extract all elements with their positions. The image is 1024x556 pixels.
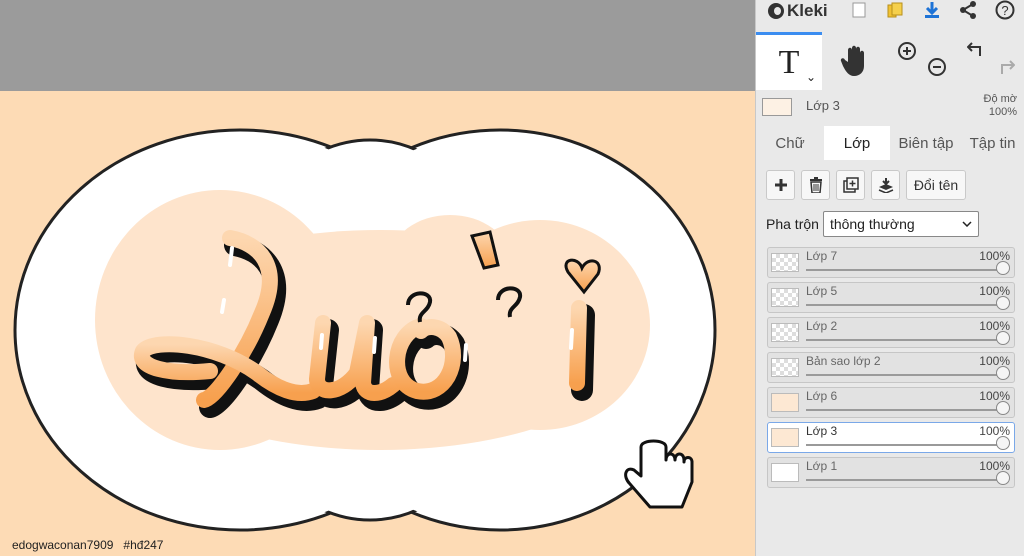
hand-tool-button[interactable] bbox=[822, 32, 888, 90]
opacity-value: 100% bbox=[988, 106, 1017, 118]
undo-icon bbox=[967, 42, 981, 56]
layer-name: Lớp 6 bbox=[806, 389, 838, 403]
tool-row: T ⌄ bbox=[756, 32, 1024, 90]
current-layer-name: Lớp 3 bbox=[806, 98, 840, 113]
opacity-slider-handle[interactable] bbox=[996, 401, 1010, 415]
opacity-indicator: Độ mờ 100% bbox=[984, 93, 1018, 119]
layer-thumbnail bbox=[771, 428, 799, 447]
layer-row[interactable]: Lớp 6 100% bbox=[767, 387, 1015, 418]
app-name: Kleki bbox=[787, 1, 828, 20]
rename-layer-button[interactable]: Đổi tên bbox=[906, 170, 966, 200]
redo-icon bbox=[1001, 60, 1015, 74]
opacity-slider-track[interactable] bbox=[806, 304, 1000, 306]
help-icon[interactable]: ? bbox=[993, 0, 1017, 20]
app-logo[interactable]: Kleki bbox=[768, 0, 828, 22]
duplicate-layer-button[interactable] bbox=[836, 170, 865, 200]
panel-tabs: Chữ Lớp Biên tập Tập tin bbox=[756, 126, 1024, 160]
layer-thumbnail bbox=[771, 253, 799, 272]
layer-row-selected[interactable]: Lớp 3 100% bbox=[767, 422, 1015, 453]
layer-name: Lớp 7 bbox=[806, 249, 838, 263]
opacity-slider-handle[interactable] bbox=[996, 261, 1010, 275]
blend-mode-label: Pha trộn bbox=[766, 216, 819, 232]
layers-panel: Đổi tên Pha trộn thông thường Lớp 7 100%… bbox=[756, 160, 1024, 556]
opacity-slider-track[interactable] bbox=[806, 374, 1000, 376]
duplicate-icon bbox=[842, 177, 859, 193]
tab-file[interactable]: Tập tin bbox=[960, 126, 1024, 160]
canvas-area[interactable]: edogwaconan7909 #hđ247 bbox=[0, 0, 755, 556]
opacity-label: Độ mờ bbox=[983, 93, 1018, 105]
opacity-slider-track[interactable] bbox=[806, 269, 1000, 271]
current-layer-header: Lớp 3 Độ mờ 100% bbox=[756, 90, 1024, 124]
trash-icon bbox=[809, 177, 822, 193]
add-layer-button[interactable] bbox=[766, 170, 795, 200]
blend-mode-value: thông thường bbox=[829, 216, 915, 232]
opacity-slider-track[interactable] bbox=[806, 444, 1000, 446]
tab-edit[interactable]: Biên tập bbox=[892, 126, 960, 160]
svg-text:?: ? bbox=[1001, 3, 1008, 18]
delete-layer-button[interactable] bbox=[801, 170, 830, 200]
side-panel: Kleki ? T ⌄ Lớp 3 Độ mờ 100% Chữ Lớp Biê… bbox=[755, 0, 1024, 556]
opacity-slider-handle[interactable] bbox=[996, 471, 1010, 485]
layer-thumbnail bbox=[771, 323, 799, 342]
tab-text[interactable]: Chữ bbox=[756, 126, 824, 160]
layer-row[interactable]: Lớp 5 100% bbox=[767, 282, 1015, 313]
opacity-slider-track[interactable] bbox=[806, 409, 1000, 411]
layer-thumbnail bbox=[771, 393, 799, 412]
opacity-slider-track[interactable] bbox=[806, 479, 1000, 481]
kleki-logo-icon bbox=[768, 3, 784, 19]
layer-name: Bản sao lớp 2 bbox=[806, 354, 881, 368]
layer-name: Lớp 3 bbox=[806, 424, 838, 438]
blend-mode-select[interactable]: thông thường bbox=[822, 211, 979, 237]
artboard[interactable]: edogwaconan7909 #hđ247 bbox=[0, 91, 755, 556]
zoom-in-button[interactable] bbox=[896, 40, 918, 62]
chevron-down-icon[interactable]: ⌄ bbox=[806, 70, 816, 84]
text-tool-button[interactable]: T ⌄ bbox=[756, 32, 822, 90]
zoom-in-icon bbox=[898, 42, 916, 60]
share-icon[interactable] bbox=[956, 0, 980, 20]
folder-icon[interactable] bbox=[884, 0, 906, 20]
layer-row[interactable]: Lớp 1 100% bbox=[767, 457, 1015, 488]
layer-name: Lớp 5 bbox=[806, 284, 838, 298]
layer-thumbnail bbox=[771, 358, 799, 377]
watermark-text: edogwaconan7909 #hđ247 bbox=[12, 538, 164, 552]
layer-row[interactable]: Lớp 2 100% bbox=[767, 317, 1015, 348]
opacity-slider-track[interactable] bbox=[806, 339, 1000, 341]
blend-mode-row: Pha trộn thông thường bbox=[766, 210, 979, 238]
layer-row[interactable]: Lớp 7 100% bbox=[767, 247, 1015, 278]
redo-button[interactable] bbox=[994, 56, 1016, 78]
chevron-down-icon bbox=[962, 221, 972, 227]
opacity-slider-handle[interactable] bbox=[996, 436, 1010, 450]
layer-thumbnail bbox=[771, 288, 799, 307]
opacity-slider-handle[interactable] bbox=[996, 366, 1010, 380]
opacity-slider-handle[interactable] bbox=[996, 331, 1010, 345]
undo-button[interactable] bbox=[966, 38, 988, 60]
new-file-icon[interactable] bbox=[850, 0, 868, 20]
tab-layers[interactable]: Lớp bbox=[824, 126, 890, 160]
zoom-out-icon bbox=[928, 58, 946, 76]
layer-row[interactable]: Bản sao lớp 2 100% bbox=[767, 352, 1015, 383]
top-bar: Kleki ? bbox=[756, 0, 1024, 30]
current-layer-thumbnail bbox=[762, 98, 792, 116]
download-icon[interactable] bbox=[920, 0, 944, 20]
artwork bbox=[13, 128, 717, 532]
merge-layer-button[interactable] bbox=[871, 170, 900, 200]
layer-name: Lớp 2 bbox=[806, 319, 838, 333]
zoom-out-button[interactable] bbox=[926, 56, 948, 78]
text-tool-icon: T bbox=[778, 43, 800, 81]
plus-icon bbox=[774, 179, 787, 191]
hand-tool-icon bbox=[840, 45, 864, 76]
merge-down-icon bbox=[878, 178, 893, 193]
opacity-slider-handle[interactable] bbox=[996, 296, 1010, 310]
layer-thumbnail bbox=[771, 463, 799, 482]
layer-name: Lớp 1 bbox=[806, 459, 838, 473]
